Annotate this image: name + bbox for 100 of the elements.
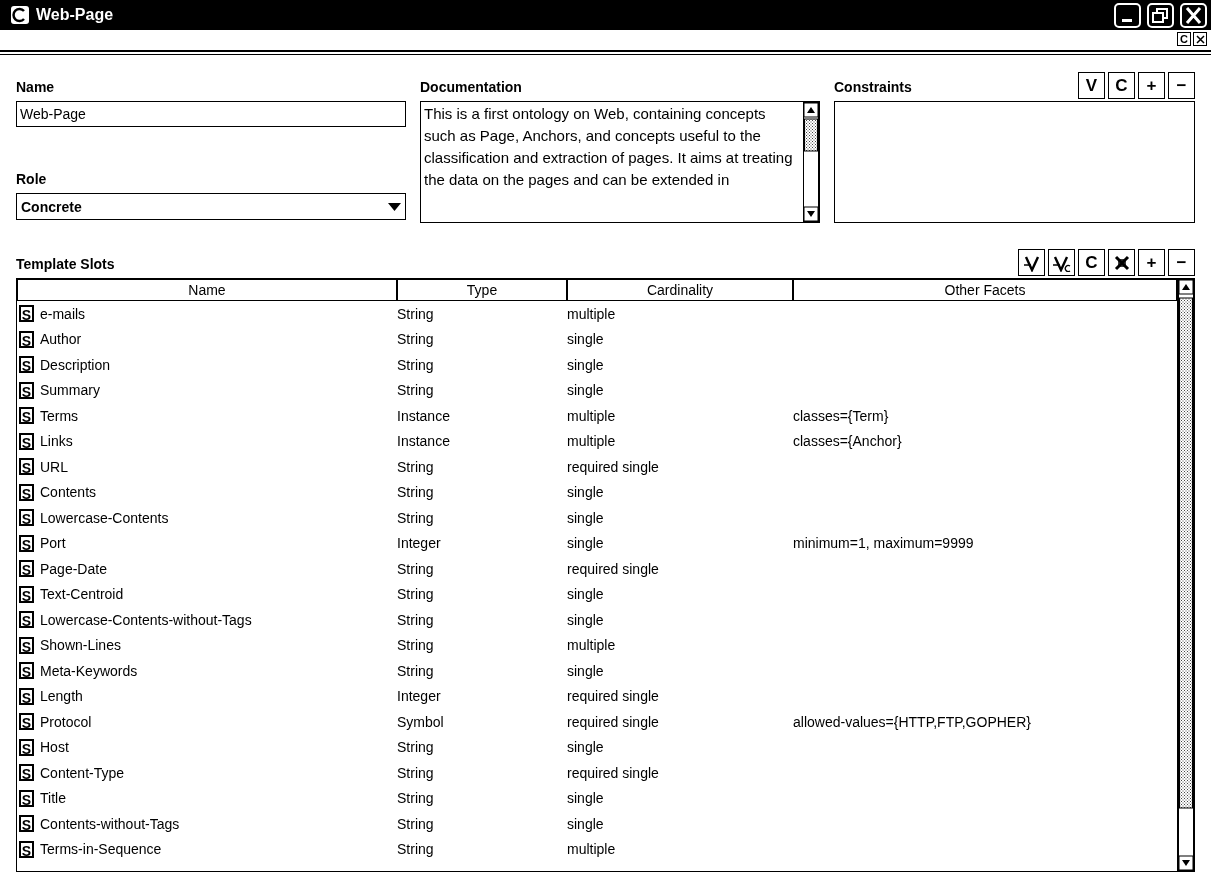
column-header[interactable]: Type bbox=[397, 279, 567, 301]
table-cell: String bbox=[397, 790, 434, 807]
table-cell: String bbox=[397, 815, 434, 832]
table-cell: String bbox=[397, 611, 434, 628]
table-cell: multiple bbox=[567, 637, 616, 654]
table-cell: String bbox=[397, 382, 434, 399]
slot-icon: S bbox=[19, 611, 34, 629]
field-label: Constraints bbox=[834, 79, 912, 97]
toolbar-button[interactable]: + bbox=[1138, 249, 1165, 276]
table-cell: String bbox=[397, 662, 434, 679]
table-cell: Shown-Lines bbox=[40, 637, 121, 654]
slot-icon: S bbox=[19, 381, 34, 399]
column-header[interactable]: Other Facets bbox=[793, 279, 1177, 301]
slot-icon: S bbox=[19, 483, 34, 501]
table-cell: single bbox=[567, 535, 604, 552]
table-cell: minimum=1, maximum=9999 bbox=[793, 535, 974, 552]
slot-icon: S bbox=[19, 534, 34, 552]
table-cell: String bbox=[397, 764, 434, 781]
table-cell: Links bbox=[40, 433, 73, 450]
table-cell: Description bbox=[40, 356, 111, 373]
column-header[interactable]: Cardinality bbox=[567, 279, 793, 301]
table-cell: Terms-in-Sequence bbox=[40, 841, 162, 858]
table-cell: required single bbox=[567, 713, 659, 730]
toolbar-button[interactable]: + bbox=[1138, 72, 1165, 99]
toolbar-button[interactable]: − bbox=[1168, 72, 1195, 99]
window-title: Web-Page bbox=[36, 6, 115, 24]
table-cell: single bbox=[567, 509, 604, 526]
slot-icon: S bbox=[19, 509, 34, 527]
table-cell: Page-Date bbox=[40, 560, 107, 577]
slot-icon: S bbox=[19, 738, 34, 756]
table-cell: multiple bbox=[567, 305, 616, 322]
table-cell: Lowercase-Contents bbox=[40, 509, 169, 526]
table-cell: single bbox=[567, 611, 604, 628]
table-cell: Integer bbox=[397, 535, 441, 552]
table-cell: Lowercase-Contents-without-Tags bbox=[40, 611, 252, 628]
table-cell: Text-Centroid bbox=[40, 586, 124, 603]
table-cell: Instance bbox=[397, 433, 450, 450]
table-cell: String bbox=[397, 739, 434, 756]
table-cell: single bbox=[567, 790, 604, 807]
table-cell: multiple bbox=[567, 841, 616, 858]
table-cell: Integer bbox=[397, 688, 441, 705]
toolbar-button[interactable]: − bbox=[1168, 249, 1195, 276]
slot-icon: S bbox=[19, 407, 34, 425]
table-cell: Title bbox=[40, 790, 66, 807]
table-cell: String bbox=[397, 356, 434, 373]
toolbar-button[interactable]: C bbox=[1078, 249, 1105, 276]
table-cell: single bbox=[567, 815, 604, 832]
slot-icon: S bbox=[19, 432, 34, 450]
table-cell: required single bbox=[567, 560, 659, 577]
table-cell: Terms bbox=[40, 407, 79, 424]
table-cell: single bbox=[567, 382, 604, 399]
slot-icon: S bbox=[19, 789, 34, 807]
table-cell: String bbox=[397, 484, 434, 501]
table-cell: URL bbox=[40, 458, 68, 475]
slot-icon: S bbox=[19, 636, 34, 654]
table-cell: String bbox=[397, 331, 434, 348]
slot-icon: S bbox=[19, 764, 34, 782]
table-cell: String bbox=[397, 305, 434, 322]
field-label: Documentation bbox=[420, 79, 522, 97]
table-cell: required single bbox=[567, 688, 659, 705]
table-cell: single bbox=[567, 739, 604, 756]
slot-icon: S bbox=[19, 458, 34, 476]
table-cell: single bbox=[567, 484, 604, 501]
name-field[interactable]: Web-Page bbox=[16, 101, 406, 127]
table-cell: Host bbox=[40, 739, 69, 756]
table-cell: String bbox=[397, 458, 434, 475]
toolbar-button[interactable]: C bbox=[1108, 72, 1135, 99]
slot-icon: S bbox=[19, 330, 34, 348]
field-label: Name bbox=[16, 78, 56, 97]
table-cell: required single bbox=[567, 458, 659, 475]
table-cell: String bbox=[397, 560, 434, 577]
table-cell: Port bbox=[40, 535, 66, 552]
slot-icon: S bbox=[19, 713, 34, 731]
table-cell: String bbox=[397, 637, 434, 654]
column-header[interactable]: Name bbox=[17, 279, 397, 301]
slot-icon: S bbox=[19, 840, 34, 858]
role-dropdown[interactable]: Concrete bbox=[16, 193, 406, 220]
table-cell: multiple bbox=[567, 407, 616, 424]
slot-icon: S bbox=[19, 356, 34, 374]
table-cell: single bbox=[567, 356, 604, 373]
table-cell: String bbox=[397, 509, 434, 526]
table-cell: Symbol bbox=[397, 713, 444, 730]
table-cell: Content-Type bbox=[40, 764, 125, 781]
table-cell: single bbox=[567, 586, 604, 603]
table-cell: Meta-Keywords bbox=[40, 662, 138, 679]
table-cell: String bbox=[397, 586, 434, 603]
slot-icon: S bbox=[19, 305, 34, 323]
slot-icon: S bbox=[19, 815, 34, 833]
table-cell: Instance bbox=[397, 407, 450, 424]
table-cell: required single bbox=[567, 764, 659, 781]
panel-button[interactable]: C bbox=[1177, 32, 1191, 46]
slot-icon: S bbox=[19, 687, 34, 705]
slot-icon: S bbox=[19, 585, 34, 603]
table-cell: Summary bbox=[40, 382, 100, 399]
field-label: Role bbox=[16, 170, 48, 189]
documentation-text: This is a first ontology on Web, containing concepts such as Page, Anchors, and concepts useful to the classification and extraction of pages. It aims at treating the data on the pages and can be extended in bbox=[423, 104, 794, 190]
slot-icon: S bbox=[19, 662, 34, 680]
table-cell: Contents bbox=[40, 484, 97, 501]
table-cell: e-mails bbox=[40, 305, 86, 322]
toolbar-button[interactable]: V bbox=[1078, 72, 1105, 99]
